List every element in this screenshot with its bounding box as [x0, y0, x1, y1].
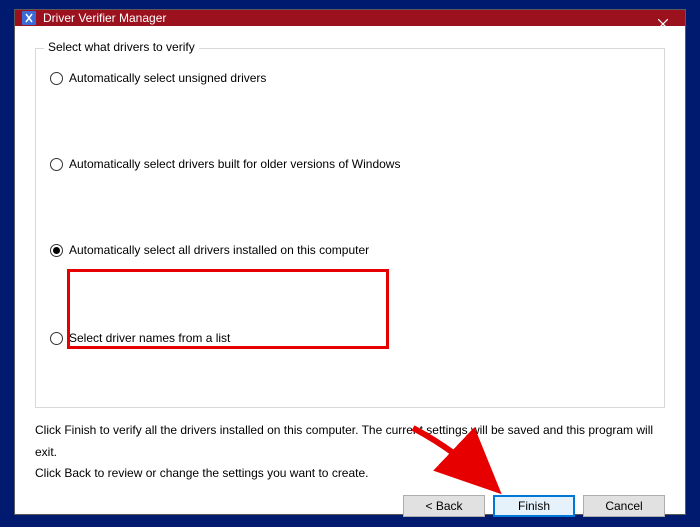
- group-legend: Select what drivers to verify: [44, 40, 199, 54]
- help-line-2: Click Back to review or change the setti…: [35, 463, 665, 485]
- dialog-window: Driver Verifier Manager Select what driv…: [14, 9, 686, 515]
- radio-icon: [50, 332, 63, 345]
- radio-label: Automatically select unsigned drivers: [69, 71, 266, 85]
- finish-button[interactable]: Finish: [493, 495, 575, 517]
- radio-unsigned-drivers[interactable]: Automatically select unsigned drivers: [50, 69, 650, 87]
- radio-older-windows-drivers[interactable]: Automatically select drivers built for o…: [50, 155, 650, 173]
- radio-label: Automatically select drivers built for o…: [69, 157, 400, 171]
- driver-selection-group: Select what drivers to verify Automatica…: [35, 48, 665, 408]
- radio-icon: [50, 244, 63, 257]
- content-area: Select what drivers to verify Automatica…: [15, 26, 685, 527]
- help-line-1: Click Finish to verify all the drivers i…: [35, 420, 665, 463]
- window-title: Driver Verifier Manager: [43, 11, 166, 25]
- radio-icon: [50, 72, 63, 85]
- radio-label: Select driver names from a list: [69, 331, 230, 345]
- cancel-button[interactable]: Cancel: [583, 495, 665, 517]
- back-button[interactable]: < Back: [403, 495, 485, 517]
- titlebar: Driver Verifier Manager: [15, 10, 685, 26]
- radio-select-from-list[interactable]: Select driver names from a list: [50, 329, 650, 347]
- help-text: Click Finish to verify all the drivers i…: [35, 420, 665, 485]
- app-icon: [21, 10, 37, 26]
- button-row: < Back Finish Cancel: [35, 485, 665, 517]
- radio-icon: [50, 158, 63, 171]
- radio-all-installed-drivers[interactable]: Automatically select all drivers install…: [50, 241, 650, 259]
- radio-label: Automatically select all drivers install…: [69, 243, 369, 257]
